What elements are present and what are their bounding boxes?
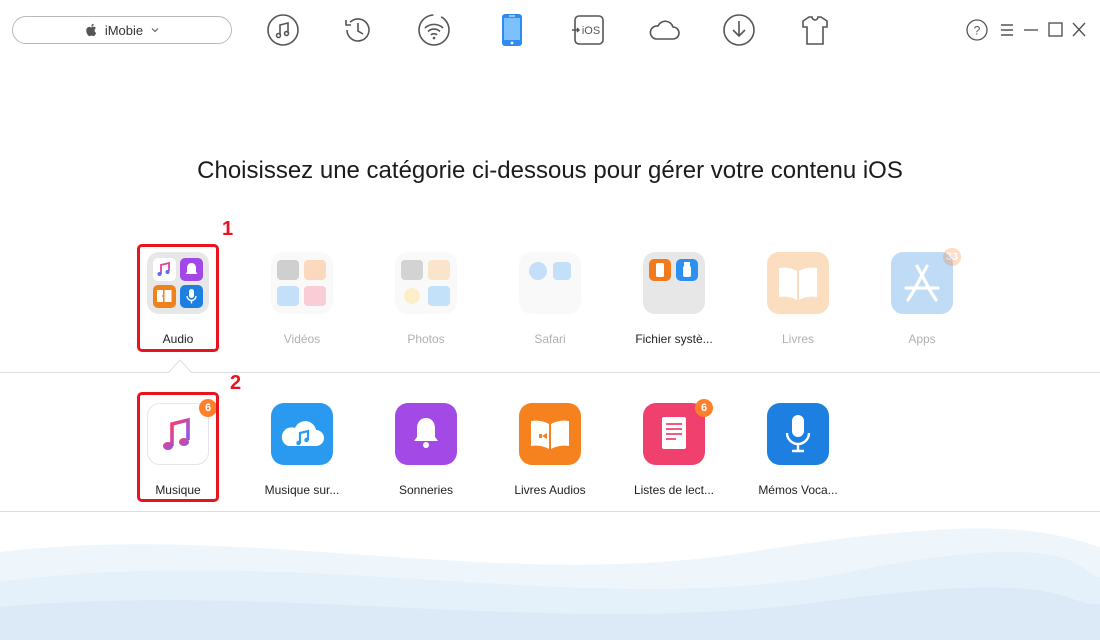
phone-icon[interactable] bbox=[494, 12, 530, 48]
category-label: Vidéos bbox=[283, 332, 321, 346]
ios-icon-label: iOS bbox=[582, 25, 600, 37]
bell-icon bbox=[395, 403, 457, 465]
tshirt-icon[interactable] bbox=[797, 12, 833, 48]
photos-folder-icon bbox=[395, 252, 457, 314]
subcategory-livres-audios[interactable]: Livres Audios bbox=[495, 403, 605, 503]
menu-icon[interactable] bbox=[996, 19, 1018, 41]
subcategory-listes-de-lecture[interactable]: 6 Listes de lect... bbox=[619, 399, 729, 503]
cloud-icon[interactable] bbox=[646, 12, 682, 48]
decorative-wave-background bbox=[0, 528, 1100, 640]
subcategory-label: Mémos Voca... bbox=[758, 483, 838, 497]
playlists-count-badge: 6 bbox=[695, 399, 713, 417]
maximize-icon[interactable] bbox=[1044, 19, 1066, 41]
history-icon[interactable] bbox=[340, 12, 376, 48]
ios-icon[interactable]: iOS bbox=[570, 12, 606, 48]
minimize-icon[interactable] bbox=[1020, 19, 1042, 41]
category-label: Livres bbox=[781, 332, 814, 346]
category-label: Fichier systè... bbox=[635, 332, 713, 346]
category-label: Photos bbox=[407, 332, 445, 346]
annotation-number-1: 1 bbox=[222, 218, 234, 240]
apps-count-badge: 33 bbox=[943, 248, 961, 266]
category-fichier-systeme[interactable]: Fichier systè... bbox=[619, 252, 729, 352]
videos-folder-icon bbox=[271, 252, 333, 314]
close-icon[interactable] bbox=[1068, 19, 1090, 41]
category-label: Safari bbox=[534, 332, 566, 346]
cloud-music-icon bbox=[271, 403, 333, 465]
subcategory-musique-sur-icloud[interactable]: Musique sur... bbox=[247, 403, 357, 503]
category-livres[interactable]: Livres bbox=[743, 252, 853, 352]
category-safari[interactable]: Safari bbox=[495, 252, 605, 352]
category-label: Apps bbox=[908, 332, 936, 346]
category-videos[interactable]: Vidéos bbox=[247, 252, 357, 352]
toolbar: iMobie iOS ? bbox=[0, 0, 1100, 62]
books-icon bbox=[767, 252, 829, 314]
subcategory-sonneries[interactable]: Sonneries bbox=[371, 403, 481, 503]
download-icon[interactable] bbox=[721, 12, 757, 48]
annotation-box-1 bbox=[137, 244, 219, 352]
subcategory-memos-vocaux[interactable]: Mémos Voca... bbox=[743, 403, 853, 503]
category-photos[interactable]: Photos bbox=[371, 252, 481, 352]
apple-icon bbox=[86, 23, 96, 37]
help-icon[interactable]: ? bbox=[966, 19, 988, 41]
page-title: Choisissez une catégorie ci-dessous pour… bbox=[197, 157, 903, 184]
device-selector[interactable]: iMobie bbox=[12, 16, 232, 44]
subcategory-label: Listes de lect... bbox=[633, 483, 715, 497]
safari-folder-icon bbox=[519, 252, 581, 314]
wifi-icon[interactable] bbox=[416, 12, 452, 48]
music-nav-icon[interactable] bbox=[265, 12, 301, 48]
panel-pointer bbox=[168, 359, 192, 373]
device-name: iMobie bbox=[104, 22, 144, 38]
microphone-icon bbox=[767, 403, 829, 465]
annotation-box-2 bbox=[137, 392, 219, 502]
audiobook-icon bbox=[519, 403, 581, 465]
subcategory-label: Musique sur... bbox=[264, 483, 340, 497]
help-icon-label: ? bbox=[974, 24, 981, 38]
subcategory-label: Livres Audios bbox=[514, 483, 586, 497]
category-apps[interactable]: 33 Apps bbox=[867, 248, 977, 352]
system-files-folder-icon bbox=[643, 252, 705, 314]
subcategory-label: Sonneries bbox=[398, 483, 454, 497]
annotation-number-2: 2 bbox=[230, 372, 242, 394]
panel-top-divider bbox=[0, 372, 1100, 373]
chevron-down-icon bbox=[151, 28, 159, 33]
